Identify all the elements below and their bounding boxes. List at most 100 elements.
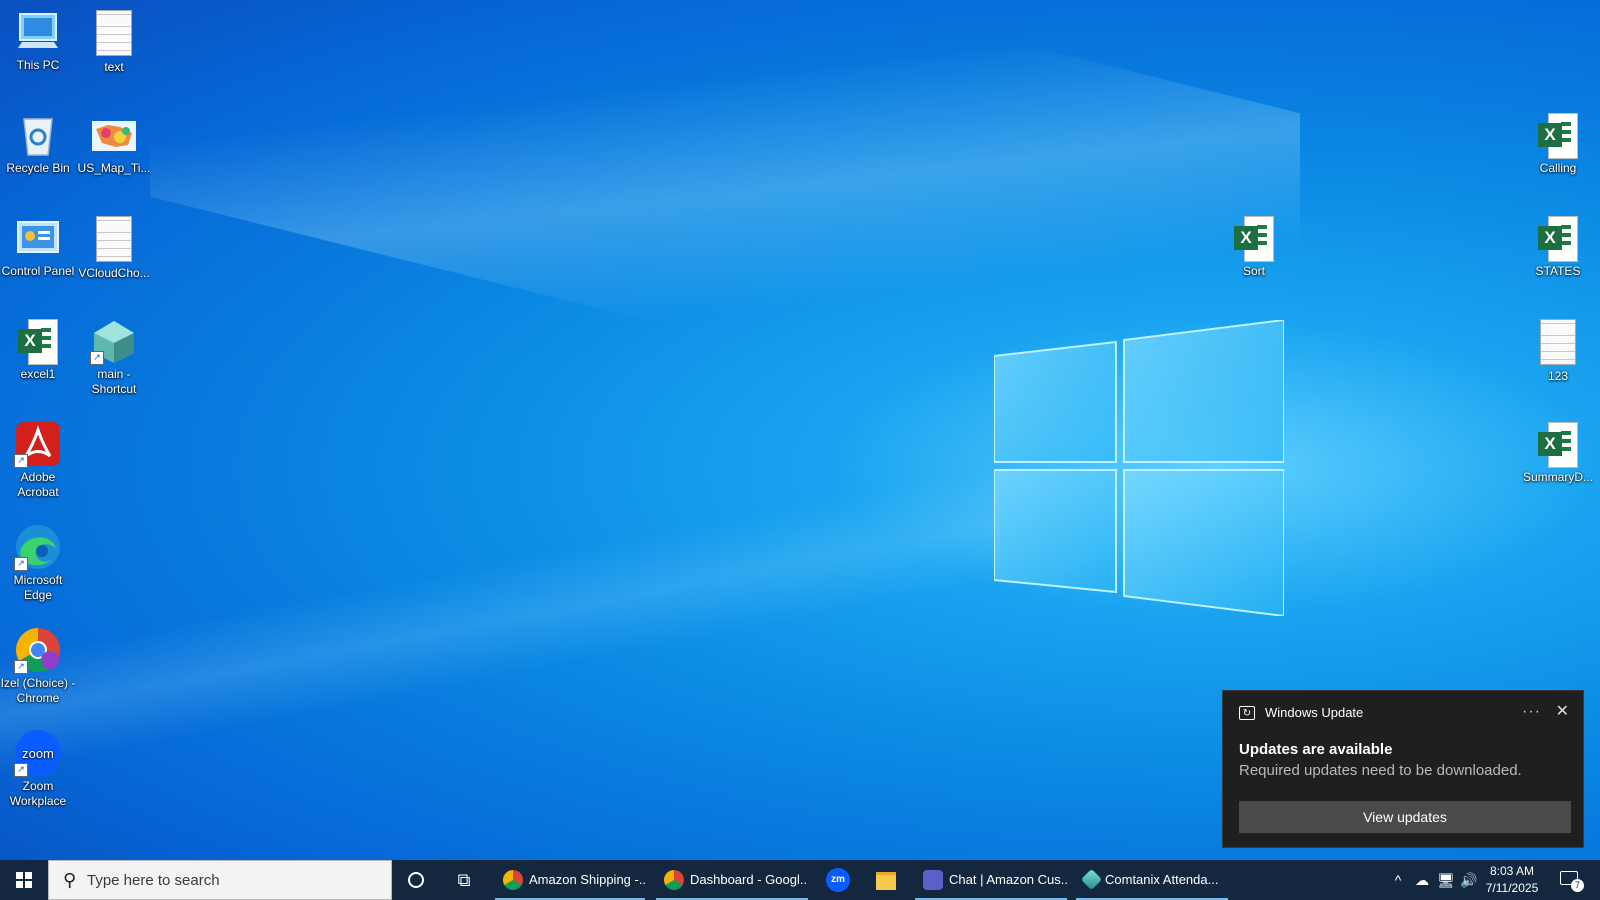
desktop-icon-label: Recycle Bin — [6, 161, 70, 175]
chrome-icon — [503, 869, 523, 890]
taskbar-app-comtanix[interactable]: Comtanix Attenda... — [1076, 860, 1228, 900]
start-button[interactable] — [0, 860, 48, 900]
cortana-button[interactable] — [398, 860, 434, 900]
notification-title: Updates are available — [1239, 741, 1393, 758]
notification-body: Required updates need to be downloaded. — [1239, 762, 1522, 779]
desktop-icon-states[interactable]: X STATES — [1520, 206, 1596, 279]
zoom-icon: zm — [826, 868, 850, 892]
excel-icon: X — [1538, 422, 1578, 468]
taskbar: ⚲ ⧉ Amazon Shipping -... Dashboard - Goo… — [0, 860, 1600, 900]
taskbar-app-teams-chat[interactable]: Chat | Amazon Cus... — [915, 860, 1067, 900]
desktop-icon-label: This PC — [16, 58, 60, 72]
computer-icon — [14, 8, 62, 56]
taskbar-app-file-explorer[interactable] — [868, 860, 904, 900]
desktop-icon-control-panel[interactable]: Control Panel — [0, 206, 76, 279]
app-shortcut-icon: ↗ — [90, 317, 138, 365]
desktop-icon-us-map[interactable]: US_Map_Ti... — [76, 103, 152, 176]
notification-app-name: Windows Update — [1265, 705, 1364, 720]
desktop-icon-label: Microsoft Edge — [13, 573, 63, 602]
taskbar-app-dashboard[interactable]: Dashboard - Googl... — [656, 860, 808, 900]
text-file-icon — [96, 216, 132, 262]
search-icon: ⚲ — [63, 870, 77, 890]
chrome-icon: ↗ — [14, 626, 62, 674]
desktop-icon-summaryd[interactable]: X SummaryD... — [1520, 412, 1596, 485]
close-icon[interactable]: ✕ — [1556, 701, 1569, 721]
excel-icon: X — [1538, 216, 1578, 262]
task-label: Chat | Amazon Cus... — [949, 872, 1067, 887]
desktop-icon-this-pc[interactable]: This PC — [0, 0, 76, 73]
taskbar-search-box[interactable]: ⚲ — [48, 860, 392, 900]
text-file-icon — [1540, 319, 1576, 365]
task-label: Comtanix Attenda... — [1105, 872, 1219, 887]
notification-app-header: ↻ Windows Update — [1239, 705, 1363, 720]
desktop-icon-microsoft-edge[interactable]: ↗ Microsoft Edge — [0, 515, 76, 603]
desktop-icon-label: Control Panel — [1, 264, 75, 278]
desktop-icon-zoom-workplace[interactable]: zoom ↗ Zoom Workplace — [0, 721, 76, 809]
desktop-icon-label: text — [104, 60, 124, 74]
desktop-icon-label: Sort — [1242, 264, 1265, 278]
clock-date: 7/11/2025 — [1485, 881, 1539, 895]
task-label: Amazon Shipping -... — [529, 872, 645, 887]
desktop-icon-recycle-bin[interactable]: Recycle Bin — [0, 103, 76, 176]
desktop-icon-label: VCloudCho... — [78, 266, 150, 280]
desktop-icon-label: STATES — [1535, 264, 1581, 278]
windows-update-notification[interactable]: ↻ Windows Update ··· ✕ Updates are avail… — [1222, 690, 1584, 848]
chrome-icon — [664, 869, 684, 890]
desktop-icon-label: 123 — [1547, 369, 1569, 383]
shortcut-arrow-icon: ↗ — [14, 660, 28, 674]
folder-icon — [876, 872, 896, 890]
show-hidden-icons-chevron[interactable]: ^ — [1388, 860, 1408, 900]
search-input[interactable] — [87, 861, 377, 899]
excel-icon: X — [18, 319, 58, 365]
windows-update-icon: ↻ — [1239, 705, 1255, 720]
recycle-bin-icon — [14, 111, 62, 159]
zoom-icon: zoom ↗ — [14, 729, 62, 777]
map-image-icon — [90, 111, 138, 159]
shortcut-arrow-icon: ↗ — [14, 454, 28, 468]
task-view-icon: ⧉ — [457, 870, 471, 890]
desktop-icon-label: SummaryD... — [1522, 470, 1593, 484]
desktop-icon-label: Calling — [1539, 161, 1577, 175]
cortana-circle-icon — [408, 872, 424, 888]
onedrive-cloud-icon[interactable]: ☁ — [1411, 860, 1433, 900]
excel-icon: X — [1538, 113, 1578, 159]
text-file-icon — [96, 10, 132, 56]
desktop-icon-123[interactable]: 123 — [1520, 309, 1596, 384]
desktop-icon-calling[interactable]: X Calling — [1520, 103, 1596, 176]
shortcut-arrow-icon: ↗ — [14, 557, 28, 571]
edge-icon: ↗ — [14, 523, 62, 571]
taskbar-app-zoom[interactable]: zm — [820, 860, 856, 900]
view-updates-button[interactable]: View updates — [1239, 801, 1571, 833]
desktop-icon-label: excel1 — [20, 367, 56, 381]
more-options-icon[interactable]: ··· — [1522, 703, 1541, 721]
taskbar-app-amazon-shipping[interactable]: Amazon Shipping -... — [495, 860, 645, 900]
desktop-icon-izel-chrome[interactable]: ↗ Izel (Choice) - Chrome — [0, 618, 76, 706]
desktop-icon-label: Zoom Workplace — [9, 779, 67, 808]
windows-wallpaper-logo — [994, 320, 1284, 616]
clock-time: 8:03 AM — [1489, 864, 1535, 878]
desktop-icon-label: US_Map_Ti... — [77, 161, 151, 175]
desktop-icon-excel1[interactable]: X excel1 — [0, 309, 76, 382]
desktop-icon-vcloudcho[interactable]: VCloudCho... — [76, 206, 152, 281]
windows-logo-icon — [16, 872, 32, 888]
control-panel-icon — [14, 214, 62, 262]
task-view-button[interactable]: ⧉ — [446, 860, 482, 900]
desktop-icon-main-shortcut[interactable]: ↗ main - Shortcut — [76, 309, 152, 397]
wallpaper-beam — [0, 467, 1000, 773]
excel-icon: X — [1234, 216, 1274, 262]
notification-count-badge: 7 — [1571, 879, 1584, 892]
desktop-icon-text[interactable]: text — [76, 0, 152, 75]
system-clock[interactable]: 8:03 AM 7/11/2025 — [1476, 863, 1548, 897]
acrobat-icon: ↗ — [14, 420, 62, 468]
action-center-button[interactable]: 7 — [1558, 868, 1584, 892]
shortcut-arrow-icon: ↗ — [90, 351, 104, 365]
comtanix-icon — [1080, 868, 1103, 891]
desktop-icon-label: main - Shortcut — [91, 367, 137, 396]
desktop-icon-sort[interactable]: X Sort — [1216, 206, 1292, 279]
svg-text:zoom: zoom — [22, 746, 54, 761]
desktop-icon-label: Adobe Acrobat — [17, 470, 59, 499]
desktop-icon-label: Izel (Choice) - Chrome — [0, 676, 76, 705]
task-label: Dashboard - Googl... — [690, 872, 808, 887]
network-icon[interactable]: 🖥 — [1435, 860, 1457, 900]
desktop-icon-adobe-acrobat[interactable]: ↗ Adobe Acrobat — [0, 412, 76, 500]
